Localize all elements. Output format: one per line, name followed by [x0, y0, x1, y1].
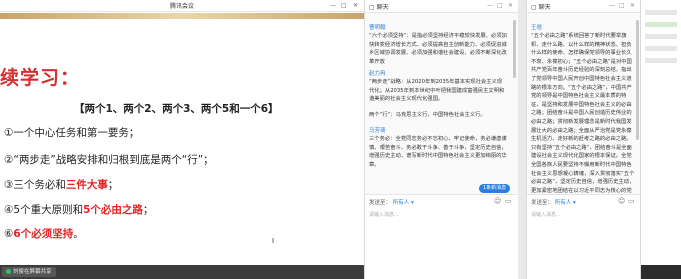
message-text: 两个“行”：马克思主义行，中国特色社会主义行。: [369, 112, 486, 118]
shared-slide: 续学习： 【两个1、两个2、两个3、两个5和一个6】 ①一个中心任务和第一要务；…: [0, 13, 364, 265]
chat-title-text: 聊天: [376, 4, 389, 11]
maximize-icon[interactable]: □: [341, 2, 347, 9]
meeting-title: 腾讯会议: [169, 3, 194, 10]
chat-app-icon: ▢: [369, 4, 375, 11]
send-to-value: 所有人: [554, 200, 572, 206]
message-text: “五个必由之路”系统回答了新时代要举旗帜、走什么路、以什么样的精神状态、担负什么…: [531, 33, 635, 193]
chat-header: ▢ 聊天 — □ ✕: [365, 0, 518, 13]
chevron-down-icon: ▾: [573, 200, 576, 206]
folder-icon[interactable]: ▭: [505, 197, 512, 205]
maximize-icon[interactable]: □: [619, 2, 625, 9]
close-icon[interactable]: ✕: [630, 2, 635, 9]
slide-item: ①一个中心任务和第一要务；: [4, 125, 139, 140]
close-icon[interactable]: ✕: [508, 2, 513, 9]
slide-item: ⑥6个必须坚持。: [4, 226, 84, 241]
slide-item-suffix: 。: [73, 228, 84, 240]
strip-row: [645, 34, 677, 39]
slide-subtitle: 【两个1、两个2、两个3、两个5和一个6】: [74, 103, 279, 115]
chat-title: ▢ 聊天: [369, 2, 389, 11]
chat-app-icon: ▢: [531, 4, 537, 11]
message-sender: 马芳琦: [369, 128, 386, 134]
minimize-icon[interactable]: —: [330, 2, 336, 9]
chat-input-area: 发送至： 所有人 ▾ ☺ ▭ 请输入消息...: [365, 194, 518, 279]
slide-item-highlight: 6个必须坚持: [13, 228, 74, 240]
slide-item: ③三个务必和三件大事；: [4, 177, 118, 192]
chat-input[interactable]: 请输入消息...: [369, 211, 399, 218]
message-text: 三个务必：全党同志务必不忘初心、牢记使命，务必谦虚谨慎、艰苦奋斗，务必敢于斗争、…: [369, 136, 507, 168]
message-sender: 王晗: [531, 25, 543, 31]
screen-share-indicator[interactable]: 刘俊在屏幕共享: [2, 267, 56, 277]
chat-message-list[interactable]: 曹明翰 “六个必须坚持”：是指必须坚持经济平稳较快发展、必须加快转变经济增长方式…: [365, 13, 515, 193]
chat-message: 两个“行”：马克思主义行，中国特色社会主义行。: [369, 111, 507, 120]
minimize-icon[interactable]: —: [609, 2, 615, 9]
message-sender: 曹明翰: [369, 25, 386, 31]
new-message-button[interactable]: 1条新消息: [479, 184, 511, 193]
strip-row: [645, 46, 677, 51]
smile-icon[interactable]: ☺: [618, 197, 625, 205]
chat-message: 王晗 “五个必由之路”系统回答了新时代要举旗帜、走什么路、以什么样的精神状态、担…: [531, 25, 635, 193]
sharing-dot-icon: [6, 268, 11, 274]
strip-row: [645, 22, 677, 27]
chat-message: 曹明翰 “六个必须坚持”：是指必须坚持经济平稳较快发展、必须加快转变经济增长方式…: [369, 25, 507, 66]
chat-message: 赵力冉 “两步走”战略：从2020年到2035年基本实现社会主义现代化；从203…: [369, 71, 507, 104]
minimize-icon[interactable]: —: [487, 2, 493, 9]
slide-decor-bar: [0, 13, 364, 19]
strip-row: [645, 10, 677, 15]
slide-item: ④5个重大原则和5个必由之路；: [4, 202, 153, 217]
chat-title-text: 聊天: [538, 4, 551, 11]
chat-scrollbar[interactable]: [636, 20, 639, 140]
send-to-selector[interactable]: 发送至： 所有人 ▾: [369, 198, 414, 206]
send-to-selector[interactable]: 发送至： 所有人 ▾: [531, 198, 576, 206]
send-to-value: 所有人: [392, 200, 410, 206]
message-text: “两步走”战略：从2020年到2035年基本实现社会主义现代化；从2035年到本…: [369, 79, 505, 103]
meeting-statusbar: 刘俊在屏幕共享: [0, 265, 364, 279]
meeting-window: 腾讯会议 — □ ✕ 续学习： 【两个1、两个2、两个3、两个5和一个6】 ①一…: [0, 0, 364, 279]
chat-panel: ▢ 聊天 — □ ✕ 王晗 “五个必由之路”系统回答了新时代要举旗帜、走什么路、…: [526, 0, 640, 279]
chat-scrollbar[interactable]: [513, 20, 516, 78]
slide-item-highlight: 三件大事: [65, 179, 108, 191]
slide-item-text: ②“两步走”战略安排和归根到底是两个“行”；: [4, 154, 214, 166]
slide-item-text: ④5个重大原则和: [4, 204, 84, 216]
screen-share-text: 刘俊在屏幕共享: [13, 269, 52, 275]
send-to-label: 发送至：: [369, 200, 392, 206]
chat-header: ▢ 聊天 — □ ✕: [527, 0, 640, 13]
maximize-icon[interactable]: □: [497, 2, 503, 9]
message-text: “六个必须坚持”：是指必须坚持经济平稳较快发展、必须加快转变经济增长方式、必须提…: [369, 33, 507, 65]
strip-row: [645, 58, 677, 63]
slide-item-text: ①一个中心任务和第一要务；: [4, 127, 140, 139]
smile-icon[interactable]: ☺: [494, 197, 501, 205]
close-icon[interactable]: ✕: [353, 2, 358, 9]
chat-input-area: 发送至： 所有人 ▾ ☺ ▭ 请输入消息...: [527, 194, 640, 279]
slide-item-suffix: ；: [142, 204, 154, 216]
slide-item: ②“两步走”战略安排和归根到底是两个“行”；: [4, 152, 214, 167]
chat-message-list[interactable]: 王晗 “五个必由之路”系统回答了新时代要举旗帜、走什么路、以什么样的精神状态、担…: [527, 13, 637, 193]
text-cursor-icon: I: [272, 237, 275, 245]
panel-gap: [518, 0, 526, 279]
chat-input[interactable]: 请输入消息...: [531, 211, 561, 218]
meeting-titlebar: 腾讯会议 — □ ✕: [0, 0, 364, 12]
send-to-label: 发送至：: [531, 200, 554, 206]
slide-item-suffix: ；: [107, 179, 119, 191]
strip-bottom-bar: [641, 265, 681, 279]
message-sender: 赵力冉: [369, 71, 386, 77]
slide-item-text: ③三个务必和: [4, 179, 66, 191]
slide-item-text: ⑥: [4, 228, 14, 240]
folder-icon[interactable]: ▭: [628, 197, 635, 205]
chat-panel: ▢ 聊天 — □ ✕ 曹明翰 “六个必须坚持”：是指必须坚持经济平稳较快发展、必…: [364, 0, 518, 279]
side-strip: [640, 0, 681, 279]
slide-item-highlight: 5个必由之路: [83, 204, 143, 216]
slide-heading: 续学习：: [0, 67, 81, 89]
chevron-down-icon: ▾: [411, 200, 414, 206]
chat-title: ▢ 聊天: [531, 2, 551, 11]
chat-message: 马芳琦 三个务必：全党同志务必不忘初心、牢记使命，务必谦虚谨慎、艰苦奋斗，务必敢…: [369, 128, 507, 169]
